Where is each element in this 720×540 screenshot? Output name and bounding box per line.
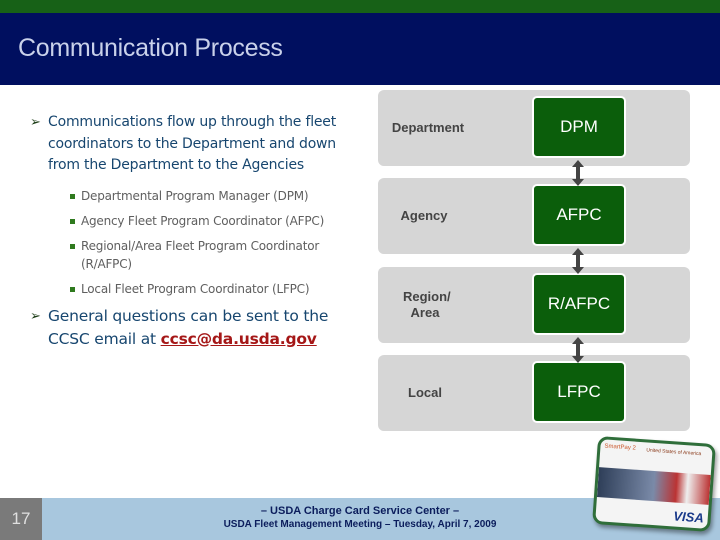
- bullet-general-questions: ➢ General questions can be sent to the C…: [30, 305, 360, 351]
- square-bullet-icon: [70, 193, 75, 199]
- level-row-department: Department DPM: [378, 90, 690, 166]
- double-arrow-icon: [572, 337, 584, 363]
- double-arrow-icon: [572, 160, 584, 186]
- role-box: AFPC: [532, 184, 626, 246]
- bullet-text: Communications flow up through the fleet…: [48, 114, 337, 173]
- card-issuer-text: United States of America: [646, 447, 702, 458]
- level-row-region: Region/ Area R/AFPC: [378, 267, 690, 343]
- role-box: R/AFPC: [532, 273, 626, 335]
- visa-logo: VISA: [672, 508, 705, 526]
- footer-line2: USDA Fleet Management Meeting – Tuesday,…: [223, 519, 497, 530]
- level-label: Local: [408, 385, 442, 400]
- card-brand: SmartPay 2: [604, 443, 636, 452]
- level-label: Department: [391, 120, 465, 135]
- role-box: DPM: [532, 96, 626, 158]
- charge-card-image: SmartPay 2 United States of America VISA: [592, 435, 716, 533]
- sub-bullet: Departmental Program Manager (DPM): [70, 187, 360, 205]
- card-photo: [596, 467, 711, 505]
- level-label: Agency: [400, 208, 448, 223]
- page-number: 17: [0, 498, 42, 540]
- square-bullet-icon: [70, 243, 75, 249]
- sub-bullet-text: Departmental Program Manager (DPM): [81, 188, 309, 203]
- sub-bullet-text: Agency Fleet Program Coordinator (AFPC): [81, 213, 325, 228]
- square-bullet-icon: [70, 286, 75, 292]
- sub-bullet: Agency Fleet Program Coordinator (AFPC): [70, 212, 360, 230]
- sub-bullet-text: Regional/Area Fleet Program Coordinator …: [81, 238, 320, 271]
- sub-bullet: Regional/Area Fleet Program Coordinator …: [70, 237, 360, 273]
- slide-header: Communication Process: [0, 13, 720, 85]
- level-label: Region/ Area: [403, 289, 451, 320]
- arrow-bullet-icon: ➢: [30, 308, 41, 324]
- top-band: [0, 0, 720, 13]
- slide-title: Communication Process: [18, 34, 283, 62]
- level-row-agency: Agency AFPC: [378, 178, 690, 254]
- double-arrow-icon: [572, 248, 584, 274]
- sub-bullet: Local Fleet Program Coordinator (LFPC): [70, 280, 360, 298]
- square-bullet-icon: [70, 218, 75, 224]
- sub-bullet-list: Departmental Program Manager (DPM) Agenc…: [70, 187, 360, 298]
- sub-bullet-text: Local Fleet Program Coordinator (LFPC): [81, 281, 310, 296]
- role-box: LFPC: [532, 361, 626, 423]
- email-link[interactable]: ccsc@da.usda.gov: [161, 330, 317, 348]
- level-row-local: Local LFPC: [378, 355, 690, 431]
- footer-line1: – USDA Charge Card Service Center –: [260, 505, 460, 517]
- arrow-bullet-icon: ➢: [30, 115, 41, 130]
- slide-content: ➢ Communications flow up through the fle…: [30, 112, 360, 351]
- bullet-communications-flow: ➢ Communications flow up through the fle…: [30, 112, 360, 177]
